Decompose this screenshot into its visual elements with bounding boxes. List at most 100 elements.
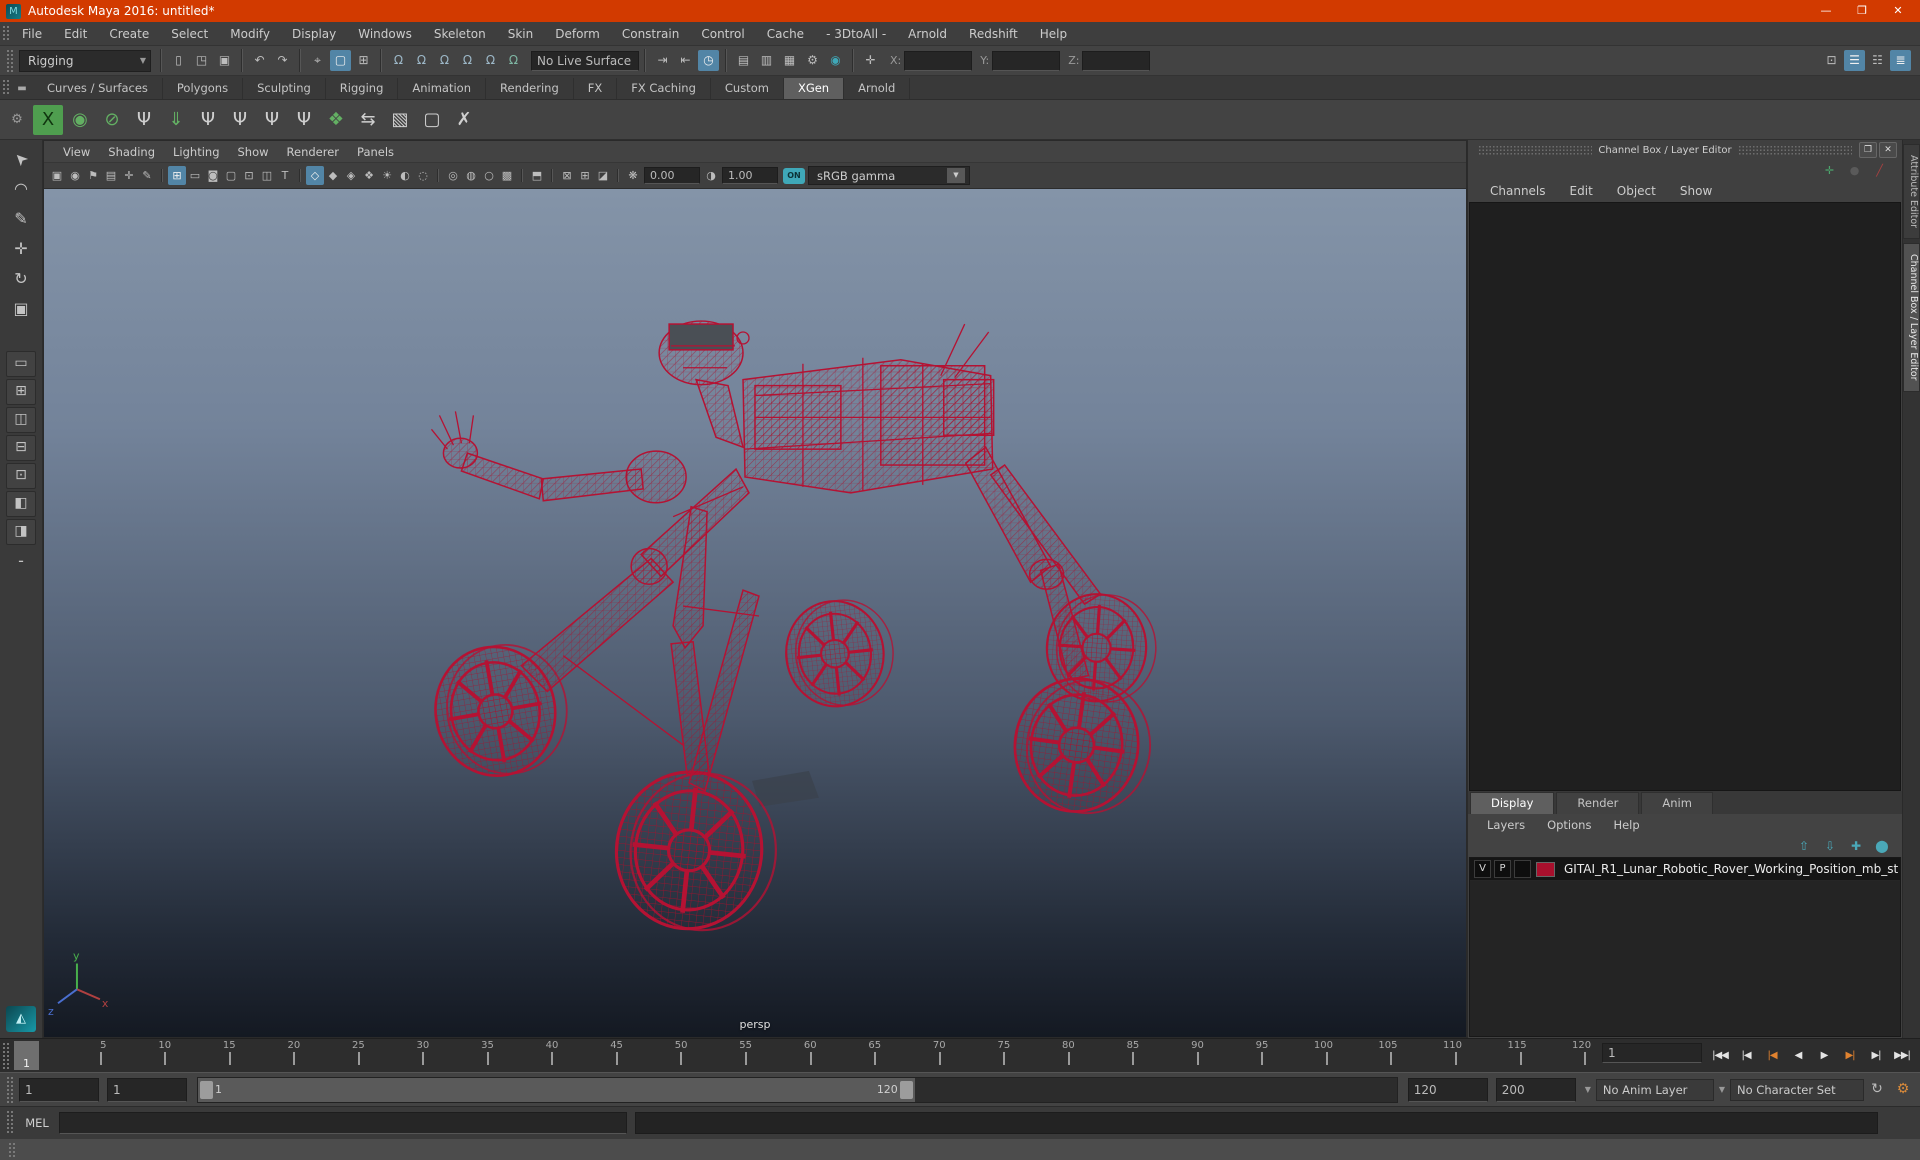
ipr-render-icon[interactable]: ▦ xyxy=(779,50,800,71)
current-frame-marker[interactable]: 1 xyxy=(14,1041,39,1070)
shelf-tab-polygons[interactable]: Polygons xyxy=(163,78,244,99)
menu-set-selector[interactable]: Rigging ▼ xyxy=(19,49,151,72)
open-scene-icon[interactable]: ◳ xyxy=(191,50,212,71)
select-by-object-icon[interactable]: ▢ xyxy=(330,50,351,71)
menubar-grip[interactable] xyxy=(2,25,9,42)
tool-settings-toggle-icon[interactable]: ☰ xyxy=(1844,50,1865,71)
color-space-selector[interactable]: sRGB gamma ▼ xyxy=(808,166,970,185)
render-current-frame-icon[interactable]: ▥ xyxy=(756,50,777,71)
shelf-gear-icon[interactable]: ⚙ xyxy=(2,112,32,127)
viewport-menu-renderer[interactable]: Renderer xyxy=(278,145,349,159)
persp-uv-layout-button[interactable]: ◧ xyxy=(6,491,36,517)
scale-tool[interactable]: ▣ xyxy=(6,294,36,324)
make-live-icon[interactable]: Ω xyxy=(503,50,524,71)
safe-title-icon[interactable]: T xyxy=(276,166,294,185)
persp-graph-layout-button[interactable]: ⊟ xyxy=(6,435,36,461)
snap-to-projected-center-icon[interactable]: Ω xyxy=(457,50,478,71)
snap-to-curve-icon[interactable]: Ω xyxy=(411,50,432,71)
layer-tab-display[interactable]: Display xyxy=(1470,792,1555,814)
construction-history-icon[interactable]: ◷ xyxy=(698,50,719,71)
layer-visibility-toggle[interactable]: V xyxy=(1474,860,1491,878)
lock-camera-icon[interactable]: ◉ xyxy=(66,166,84,185)
close-button[interactable]: ✕ xyxy=(1883,2,1913,20)
character-set-selector[interactable]: No Character Set xyxy=(1730,1078,1864,1101)
x-input[interactable] xyxy=(904,50,973,71)
shelf-menu-icon[interactable]: ▬ xyxy=(11,79,33,99)
viewport-menu-show[interactable]: Show xyxy=(229,145,278,159)
layer-menu-help[interactable]: Help xyxy=(1602,818,1650,832)
shelf-tab-arnold[interactable]: Arnold xyxy=(844,78,911,99)
toolbar-grip[interactable] xyxy=(6,49,13,72)
gate-mask-icon[interactable]: ▢ xyxy=(222,166,240,185)
xgen-comb-part-icon[interactable]: Ψ xyxy=(289,105,319,135)
close-panel-icon[interactable]: ✕ xyxy=(1879,142,1898,158)
xgen-create-description-icon[interactable]: Ψ xyxy=(129,105,159,135)
wireframe-on-shaded-icon[interactable]: ◈ xyxy=(342,166,360,185)
go-to-end-button[interactable]: ▶▶| xyxy=(1890,1045,1914,1067)
step-forward-frame-button[interactable]: ▶| xyxy=(1864,1045,1888,1067)
z-input[interactable] xyxy=(1082,50,1151,71)
exposure-field[interactable]: 0.00 xyxy=(644,167,700,184)
viewport-canvas[interactable]: y x z persp xyxy=(44,189,1466,1037)
persp-outliner-layout-button[interactable]: ◫ xyxy=(6,407,36,433)
viewport-menu-shading[interactable]: Shading xyxy=(99,145,164,159)
new-scene-icon[interactable]: ▯ xyxy=(168,50,189,71)
multisample-icon[interactable]: ◍ xyxy=(462,166,480,185)
play-forwards-button[interactable]: ▶ xyxy=(1812,1045,1836,1067)
shelf-grip[interactable] xyxy=(2,79,9,96)
shelf-tab-custom[interactable]: Custom xyxy=(711,78,784,99)
more-layouts-button[interactable]: - xyxy=(6,546,36,576)
shelf-tab-fx-caching[interactable]: FX Caching xyxy=(617,78,711,99)
playback-start-field[interactable]: 1 xyxy=(107,1077,187,1102)
timeline-grip[interactable] xyxy=(2,1042,9,1069)
y-input[interactable] xyxy=(992,50,1061,71)
wireframe-icon[interactable]: ◇ xyxy=(306,166,324,185)
playback-range[interactable]: 1 120 xyxy=(198,1077,915,1102)
help-grip[interactable] xyxy=(8,1142,15,1157)
menu-constrain[interactable]: Constrain xyxy=(611,23,691,45)
animation-preferences-button[interactable]: ⚙ xyxy=(1891,1079,1915,1100)
use-all-lights-icon[interactable]: ☀ xyxy=(378,166,396,185)
gamma-field[interactable]: 1.00 xyxy=(722,167,778,184)
single-pane-layout-button[interactable]: ▭ xyxy=(6,351,36,377)
menu-arnold[interactable]: Arnold xyxy=(897,23,958,45)
playback-end-field[interactable]: 120 xyxy=(1407,1077,1488,1102)
safe-action-icon[interactable]: ◫ xyxy=(258,166,276,185)
range-grip[interactable] xyxy=(6,1076,13,1103)
channel-list-area[interactable] xyxy=(1469,202,1901,791)
bookmark-icon[interactable]: ▤ xyxy=(102,166,120,185)
four-pane-layout-button[interactable]: ⊞ xyxy=(6,379,36,405)
shelf-tab-rigging[interactable]: Rigging xyxy=(326,78,399,99)
anim-layer-selector[interactable]: No Anim Layer xyxy=(1595,1078,1714,1101)
xgen-update-preview-icon[interactable]: ◉ xyxy=(65,105,95,135)
channel-menu-edit[interactable]: Edit xyxy=(1558,184,1605,198)
timeline-ticks[interactable]: 5 10 15 20 25 30 35 40 45 50 55 60 65 70 75 80 85 90 95 100… xyxy=(43,1039,1592,1072)
channel-box-header[interactable]: Channel Box / Layer Editor ❐ ✕ xyxy=(1468,140,1902,160)
float-panel-icon[interactable]: ❐ xyxy=(1859,142,1878,158)
xgen-guide-visibility-icon[interactable]: Ψ xyxy=(225,105,255,135)
animation-start-field[interactable]: 1 xyxy=(19,1077,99,1102)
motion-blur-icon[interactable]: ◎ xyxy=(444,166,462,185)
create-empty-layer-icon[interactable]: ✚ xyxy=(1847,838,1865,854)
layer-tab-render[interactable]: Render xyxy=(1556,792,1640,814)
save-scene-icon[interactable]: ▣ xyxy=(214,50,235,71)
input-connections-icon[interactable]: ⇥ xyxy=(652,50,673,71)
live-surface-field[interactable]: No Live Surface xyxy=(531,50,639,71)
channel-menu-object[interactable]: Object xyxy=(1605,184,1668,198)
menu-display[interactable]: Display xyxy=(281,23,347,45)
output-connections-icon[interactable]: ⇤ xyxy=(675,50,696,71)
rotate-tool[interactable]: ↻ xyxy=(6,264,36,294)
image-plane-icon[interactable]: ✛ xyxy=(120,166,138,185)
absolute-transform-icon[interactable]: ✛ xyxy=(860,50,881,71)
xgen-select-brush-icon[interactable]: ▧ xyxy=(385,105,415,135)
range-start-handle[interactable] xyxy=(200,1080,213,1099)
xgen-region-mask-icon[interactable]: ▢ xyxy=(417,105,447,135)
menu-select[interactable]: Select xyxy=(160,23,219,45)
side-tab-attribute-editor[interactable]: Attribute Editor xyxy=(1903,144,1920,240)
move-layer-down-icon[interactable]: ⇩ xyxy=(1821,838,1839,854)
xgen-export-selection-icon[interactable]: ⇓ xyxy=(161,105,191,135)
create-layer-from-selected-icon[interactable]: ⬤ xyxy=(1873,838,1891,854)
persp-multi-layout-button[interactable]: ◨ xyxy=(6,519,36,545)
select-by-component-icon[interactable]: ⊞ xyxy=(353,50,374,71)
range-slider[interactable]: 1 120 xyxy=(197,1076,1398,1103)
